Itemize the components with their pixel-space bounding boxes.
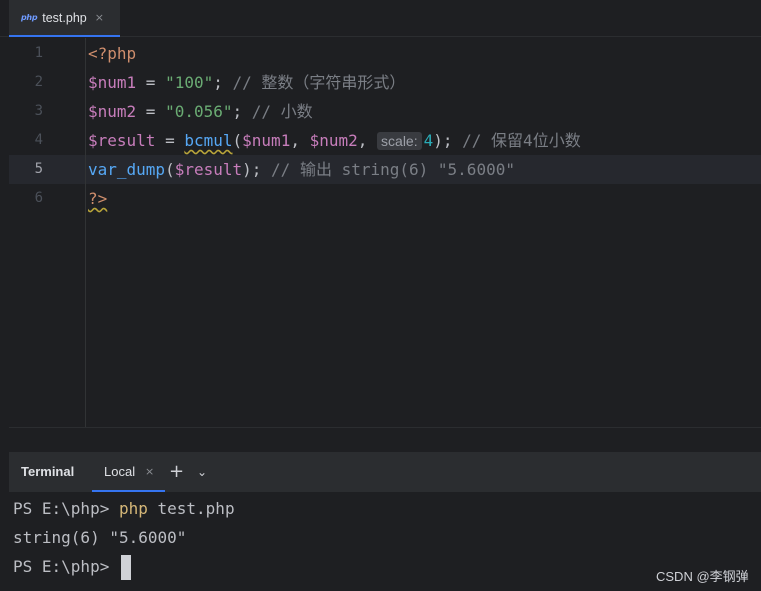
paren-close: );: [433, 131, 463, 150]
string-literal: "0.056": [165, 102, 233, 121]
php-file-icon: php: [21, 13, 38, 22]
new-terminal-plus-icon[interactable]: +: [169, 452, 184, 492]
string-literal: "100": [165, 73, 214, 92]
watermark: CSDN @李钢弹: [656, 569, 749, 584]
argument-num2: $num2: [309, 131, 358, 150]
line-number: 2: [34, 74, 43, 90]
argument-num1: $num1: [242, 131, 291, 150]
comma: ,: [357, 131, 378, 150]
function-var-dump: var_dump: [88, 160, 166, 179]
code-line-6[interactable]: 6 ?>: [9, 184, 761, 213]
gutter-divider: [85, 38, 86, 427]
paren-open: (: [165, 160, 175, 179]
line-number: 5: [34, 161, 43, 177]
operator: =: [136, 73, 166, 92]
code-comment: // 输出 string(6) "5.6000": [271, 160, 515, 179]
line-number: 6: [34, 190, 43, 206]
tab-test-php[interactable]: php test.php ×: [9, 0, 120, 37]
code-comment: // 整数（字符串形式）: [232, 73, 406, 92]
terminal-tab-label: Local: [104, 464, 136, 479]
php-close-tag: ?>: [88, 189, 108, 208]
terminal-title: Terminal: [21, 464, 75, 479]
code-comment: // 小数: [251, 102, 313, 121]
terminal-prompt: PS E:\php>: [13, 557, 119, 576]
paren-close: );: [242, 160, 272, 179]
terminal-output[interactable]: PS E:\php> php test.php string(6) "5.600…: [0, 492, 761, 591]
line-number: 3: [34, 103, 43, 119]
code-line-1[interactable]: 1 <?php: [9, 39, 761, 68]
tab-filename: test.php: [42, 10, 87, 25]
line-number: 4: [34, 132, 43, 148]
parameter-hint-scale: scale:: [377, 132, 422, 150]
operator: =: [136, 102, 166, 121]
terminal-tab-local[interactable]: Local ×: [92, 452, 165, 492]
variable-result: $result: [88, 131, 156, 150]
semicolon: ;: [232, 102, 252, 121]
terminal-toolbar: Terminal Local × + ⌄: [9, 452, 761, 492]
code-line-2[interactable]: 2 $num1 = "100"; // 整数（字符串形式）: [9, 68, 761, 97]
code-line-5[interactable]: 5 var_dump($result); // 输出 string(6) "5.…: [9, 155, 761, 184]
function-bcmul: bcmul: [184, 131, 233, 150]
variable-num1: $num1: [88, 73, 137, 92]
terminal-command: php: [118, 499, 148, 518]
argument-result: $result: [174, 160, 243, 179]
chevron-down-icon[interactable]: ⌄: [197, 452, 207, 492]
number-literal: 4: [423, 131, 434, 150]
semicolon: ;: [213, 73, 233, 92]
variable-num2: $num2: [88, 102, 137, 121]
terminal-prompt: PS E:\php>: [13, 499, 119, 518]
comma: ,: [290, 131, 310, 150]
operator: =: [155, 131, 185, 150]
terminal-args: test.php: [147, 499, 235, 518]
terminal-line-3[interactable]: PS E:\php>: [13, 552, 131, 581]
terminal-line-2: string(6) "5.6000": [13, 528, 187, 547]
terminal-cursor: [120, 555, 131, 580]
terminal-line-1: PS E:\php> php test.php: [13, 494, 235, 523]
tab-close-icon[interactable]: ×: [95, 11, 104, 24]
line-number: 1: [34, 45, 43, 61]
paren-open: (: [232, 131, 243, 150]
close-icon[interactable]: ×: [145, 452, 154, 492]
php-open-tag: <?php: [88, 44, 137, 63]
panel-separator[interactable]: [9, 427, 761, 452]
code-line-3[interactable]: 3 $num2 = "0.056"; // 小数: [9, 97, 761, 126]
code-editor[interactable]: 1 <?php 2 $num1 = "100"; // 整数（字符串形式） 3 …: [9, 38, 761, 427]
code-line-4[interactable]: 4 $result = bcmul($num1, $num2, scale: 4)…: [9, 126, 761, 155]
code-comment: // 保留4位小数: [462, 131, 581, 150]
